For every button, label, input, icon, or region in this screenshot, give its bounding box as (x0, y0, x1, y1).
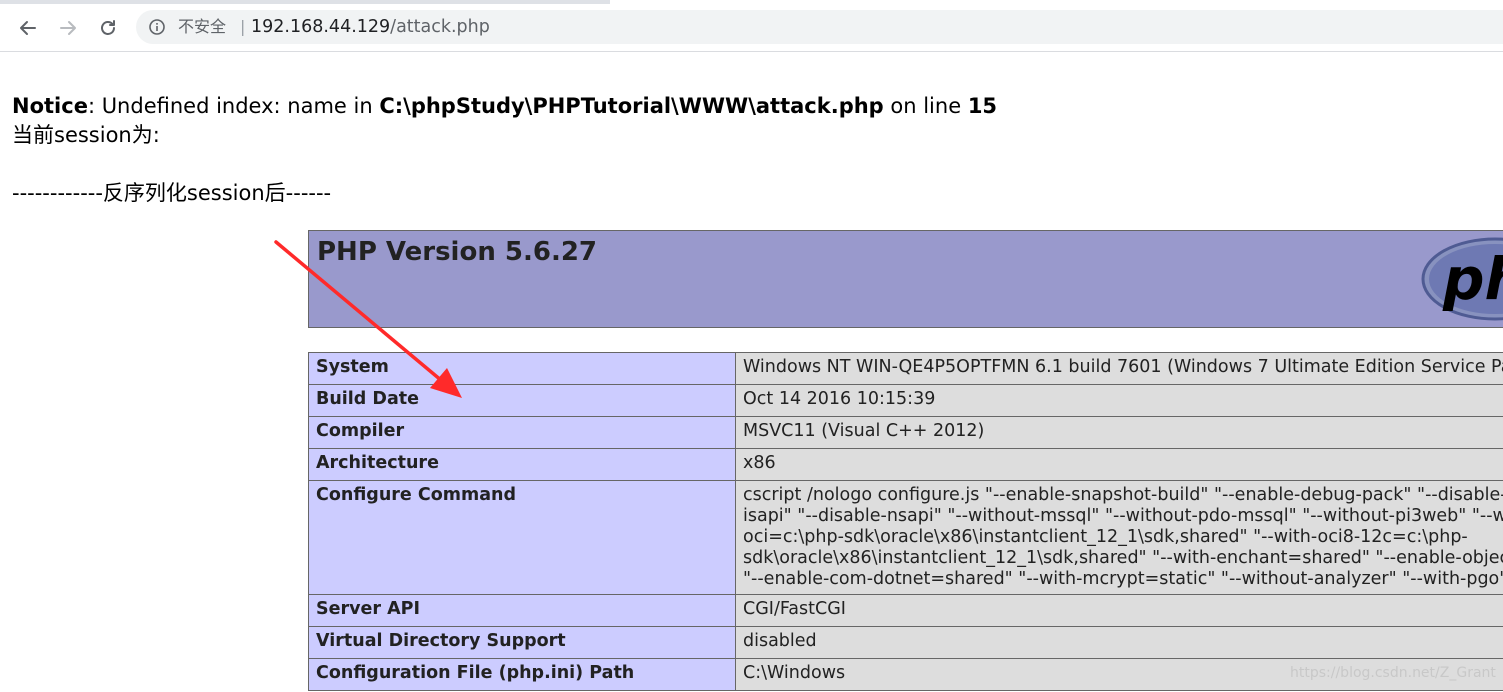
row-key: Virtual Directory Support (308, 626, 736, 659)
row-key: Compiler (308, 416, 736, 449)
reload-icon (101, 20, 115, 35)
forward-button[interactable] (52, 12, 84, 44)
row-key: Build Date (308, 384, 736, 417)
table-row: Compiler MSVC11 (Visual C++ 2012) (308, 416, 1503, 449)
php-version-title: PHP Version 5.6.27 (317, 237, 598, 267)
row-value-configure-command: cscript /nologo configure.js "--enable-s… (735, 480, 1503, 595)
php-logo[interactable]: php (1415, 235, 1503, 325)
configure-line: sdk\oracle\x86\instantclient_12_1\sdk,sh… (743, 548, 1503, 568)
table-row: Configure Command cscript /nologo config… (308, 480, 1503, 595)
php-output: Notice: Undefined index: name in C:\phpS… (12, 92, 997, 208)
phpinfo-table: System Windows NT WIN-QE4P5OPTFMN 6.1 bu… (308, 352, 1503, 691)
table-row: System Windows NT WIN-QE4P5OPTFMN 6.1 bu… (308, 352, 1503, 385)
table-row: Server API CGI/FastCGI (308, 594, 1503, 627)
forward-arrow-icon (60, 21, 76, 35)
notice-text: : Undefined index: name in (87, 94, 380, 118)
row-key: Server API (308, 594, 736, 627)
php-notice: Notice: Undefined index: name in C:\phpS… (12, 92, 997, 121)
browser-toolbar: 不安全 | 192.168.44.129/attack.php (0, 4, 1503, 52)
configure-line: cscript /nologo configure.js "--enable-s… (743, 485, 1503, 505)
row-value: Windows NT WIN-QE4P5OPTFMN 6.1 build 760… (735, 352, 1503, 385)
url-text[interactable]: 192.168.44.129/attack.php (251, 16, 490, 38)
info-icon[interactable] (148, 18, 166, 36)
configure-line: "--enable-com-dotnet=shared" "--with-mcr… (743, 569, 1503, 589)
phpinfo-header: PHP Version 5.6.27 php (308, 230, 1503, 328)
row-value: disabled (735, 626, 1503, 659)
row-key: Configuration File (php.ini) Path (308, 658, 736, 691)
notice-file: C:\phpStudy\PHPTutorial\WWW\attack.php (379, 94, 884, 118)
row-key: Architecture (308, 448, 736, 481)
unserialize-line: ------------反序列化session后------ (12, 181, 332, 205)
row-key: Configure Command (308, 480, 736, 595)
url-host: 192.168.44.129 (251, 17, 391, 37)
configure-line: oci=c:\php-sdk\oracle\x86\instantclient_… (743, 527, 1468, 547)
table-row: Build Date Oct 14 2016 10:15:39 (308, 384, 1503, 417)
notice-on-line: on line (883, 94, 968, 118)
watermark: https://blog.csdn.net/Z_Grant (1290, 665, 1496, 681)
row-value: Oct 14 2016 10:15:39 (735, 384, 1503, 417)
reload-button[interactable] (92, 12, 124, 44)
session-line: 当前session为: (12, 123, 160, 147)
back-arrow-icon (20, 21, 36, 35)
notice-line-number: 15 (967, 94, 998, 118)
php-logo-text: php (1442, 245, 1503, 313)
security-label[interactable]: 不安全 (178, 17, 226, 37)
url-path: /attack.php (390, 17, 490, 37)
notice-label: Notice (12, 94, 88, 118)
address-bar[interactable]: 不安全 | 192.168.44.129/attack.php (136, 10, 1503, 44)
row-value: MSVC11 (Visual C++ 2012) (735, 416, 1503, 449)
configure-line: isapi" "--disable-nsapi" "--without-mssq… (743, 506, 1503, 526)
back-button[interactable] (12, 12, 44, 44)
row-key: System (308, 352, 736, 385)
row-value: CGI/FastCGI (735, 594, 1503, 627)
omnibox-separator: | (240, 17, 246, 36)
table-row: Architecture x86 (308, 448, 1503, 481)
table-row: Virtual Directory Support disabled (308, 626, 1503, 659)
row-value: x86 (735, 448, 1503, 481)
